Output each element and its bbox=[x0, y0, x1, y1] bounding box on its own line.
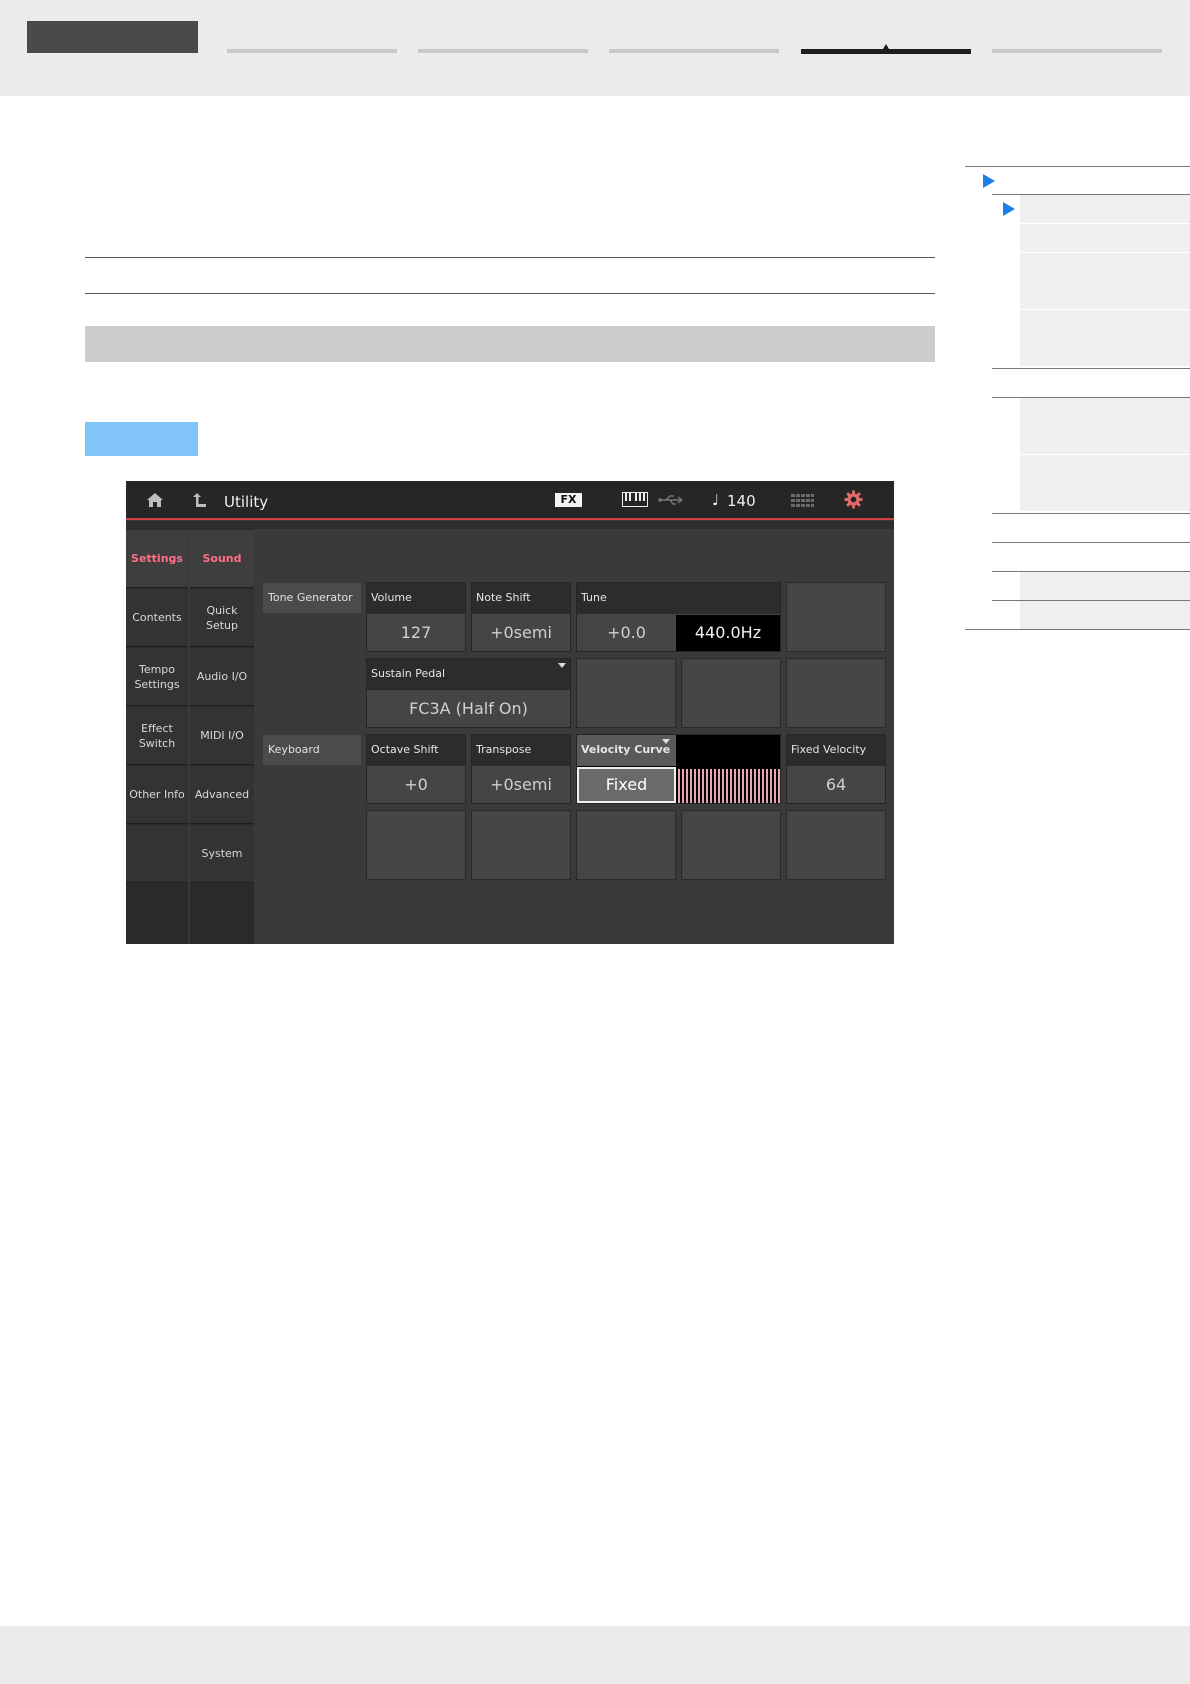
title-rule-top bbox=[85, 257, 935, 258]
index-item[interactable] bbox=[1020, 455, 1190, 483]
subtab-audio-io[interactable]: Audio I/O bbox=[190, 648, 254, 706]
title-sub-line bbox=[126, 521, 894, 529]
index-item[interactable] bbox=[1020, 281, 1190, 309]
index-arrow-icon bbox=[1003, 202, 1015, 216]
screen-title: Utility bbox=[224, 493, 269, 511]
index-divider bbox=[965, 629, 1190, 630]
header-tab-5[interactable] bbox=[992, 49, 1162, 53]
transpose-label: Transpose bbox=[472, 735, 570, 766]
index-divider bbox=[992, 513, 1190, 514]
operation-tag bbox=[85, 422, 198, 456]
tune-hz-value[interactable]: 440.0Hz bbox=[676, 615, 780, 651]
index-item[interactable] bbox=[1020, 224, 1190, 252]
tune-label: Tune bbox=[577, 583, 780, 614]
volume-value[interactable]: 127 bbox=[367, 615, 465, 651]
fixed-velocity-param[interactable]: Fixed Velocity 64 bbox=[786, 734, 886, 804]
header-tab-4-active[interactable] bbox=[801, 44, 971, 54]
empty-slot bbox=[576, 658, 676, 728]
index-divider bbox=[965, 166, 1190, 167]
empty-slot bbox=[786, 658, 886, 728]
index-item[interactable] bbox=[1020, 398, 1190, 426]
header-logo-block bbox=[27, 21, 198, 53]
section-heading-bar bbox=[85, 326, 935, 362]
tab-effect-switch[interactable]: Effect Switch bbox=[126, 707, 188, 765]
fixed-velocity-value[interactable]: 64 bbox=[787, 767, 885, 803]
tab-contents[interactable]: Contents bbox=[126, 589, 188, 647]
manual-header bbox=[0, 0, 1190, 96]
sustain-pedal-value[interactable]: FC3A (Half On) bbox=[367, 691, 570, 727]
gear-icon[interactable] bbox=[844, 490, 863, 509]
empty-slot bbox=[576, 810, 676, 880]
grid-icon[interactable] bbox=[791, 494, 814, 507]
octave-shift-value[interactable]: +0 bbox=[367, 767, 465, 803]
velocity-curve-value[interactable]: Fixed bbox=[577, 767, 676, 803]
index-item[interactable] bbox=[1020, 572, 1190, 600]
dropdown-icon bbox=[558, 663, 566, 668]
fixed-velocity-label: Fixed Velocity bbox=[787, 735, 885, 766]
sustain-pedal-param[interactable]: Sustain Pedal FC3A (Half On) bbox=[366, 658, 571, 728]
subtab-quick-setup[interactable]: Quick Setup bbox=[190, 589, 254, 647]
transpose-value[interactable]: +0semi bbox=[472, 767, 570, 803]
empty-slot bbox=[366, 810, 466, 880]
fx-badge[interactable]: FX bbox=[555, 493, 582, 507]
note-shift-value[interactable]: +0semi bbox=[472, 615, 570, 651]
index-arrow-icon bbox=[983, 174, 995, 188]
volume-param[interactable]: Volume 127 bbox=[366, 582, 466, 652]
note-shift-label: Note Shift bbox=[472, 583, 570, 614]
empty-slot bbox=[681, 658, 781, 728]
empty-slot bbox=[681, 810, 781, 880]
subtab-midi-io[interactable]: MIDI I/O bbox=[190, 707, 254, 765]
header-tab-3[interactable] bbox=[609, 49, 779, 53]
transpose-param[interactable]: Transpose +0semi bbox=[471, 734, 571, 804]
sustain-pedal-label: Sustain Pedal bbox=[367, 659, 570, 690]
octave-shift-param[interactable]: Octave Shift +0 bbox=[366, 734, 466, 804]
tab-other-info[interactable]: Other Info bbox=[126, 766, 188, 824]
velocity-curve-graph bbox=[678, 769, 780, 803]
index-item[interactable] bbox=[1020, 483, 1190, 511]
usb-icon bbox=[658, 495, 683, 505]
index-divider bbox=[992, 368, 1190, 369]
keyboard-icon bbox=[622, 492, 648, 507]
subtab-sound[interactable]: Sound bbox=[190, 530, 254, 588]
section-tone-generator: Tone Generator bbox=[263, 583, 361, 613]
manual-page: Utility FX ♩ 140 Settings Contents Tempo… bbox=[0, 0, 1190, 1684]
tab-tempo-settings[interactable]: Tempo Settings bbox=[126, 648, 188, 706]
subtab-system[interactable]: System bbox=[190, 825, 254, 883]
index-item[interactable] bbox=[1020, 195, 1190, 223]
tab-empty bbox=[126, 825, 188, 883]
tab-settings[interactable]: Settings bbox=[126, 530, 188, 588]
velocity-curve-param[interactable]: Velocity Curve Fixed bbox=[576, 734, 781, 804]
empty-slot bbox=[786, 582, 886, 652]
index-item[interactable] bbox=[1020, 310, 1190, 338]
empty-slot bbox=[471, 810, 571, 880]
screen-title-bar: Utility FX ♩ 140 bbox=[126, 481, 894, 518]
home-icon[interactable] bbox=[146, 492, 164, 508]
volume-label: Volume bbox=[367, 583, 465, 614]
title-accent-line bbox=[126, 518, 894, 520]
header-tab-2[interactable] bbox=[418, 49, 588, 53]
note-icon: ♩ bbox=[712, 491, 720, 509]
index-item[interactable] bbox=[1020, 253, 1190, 281]
subtab-advanced[interactable]: Advanced bbox=[190, 766, 254, 824]
manual-footer bbox=[0, 1626, 1190, 1684]
back-arrow-icon[interactable] bbox=[193, 492, 207, 508]
title-rule-bottom bbox=[85, 293, 935, 294]
index-item[interactable] bbox=[1020, 601, 1190, 629]
utility-screen: Utility FX ♩ 140 Settings Contents Tempo… bbox=[126, 481, 894, 944]
tempo-value[interactable]: 140 bbox=[727, 492, 756, 510]
index-item[interactable] bbox=[1020, 426, 1190, 454]
tune-value[interactable]: +0.0 bbox=[577, 615, 676, 651]
tune-param[interactable]: Tune +0.0 440.0Hz bbox=[576, 582, 781, 652]
empty-slot bbox=[786, 810, 886, 880]
dropdown-icon bbox=[662, 739, 670, 744]
index-divider bbox=[992, 542, 1190, 543]
octave-shift-label: Octave Shift bbox=[367, 735, 465, 766]
note-shift-param[interactable]: Note Shift +0semi bbox=[471, 582, 571, 652]
section-keyboard: Keyboard bbox=[263, 735, 361, 765]
index-item[interactable] bbox=[1020, 338, 1190, 366]
header-tab-1[interactable] bbox=[227, 49, 397, 53]
